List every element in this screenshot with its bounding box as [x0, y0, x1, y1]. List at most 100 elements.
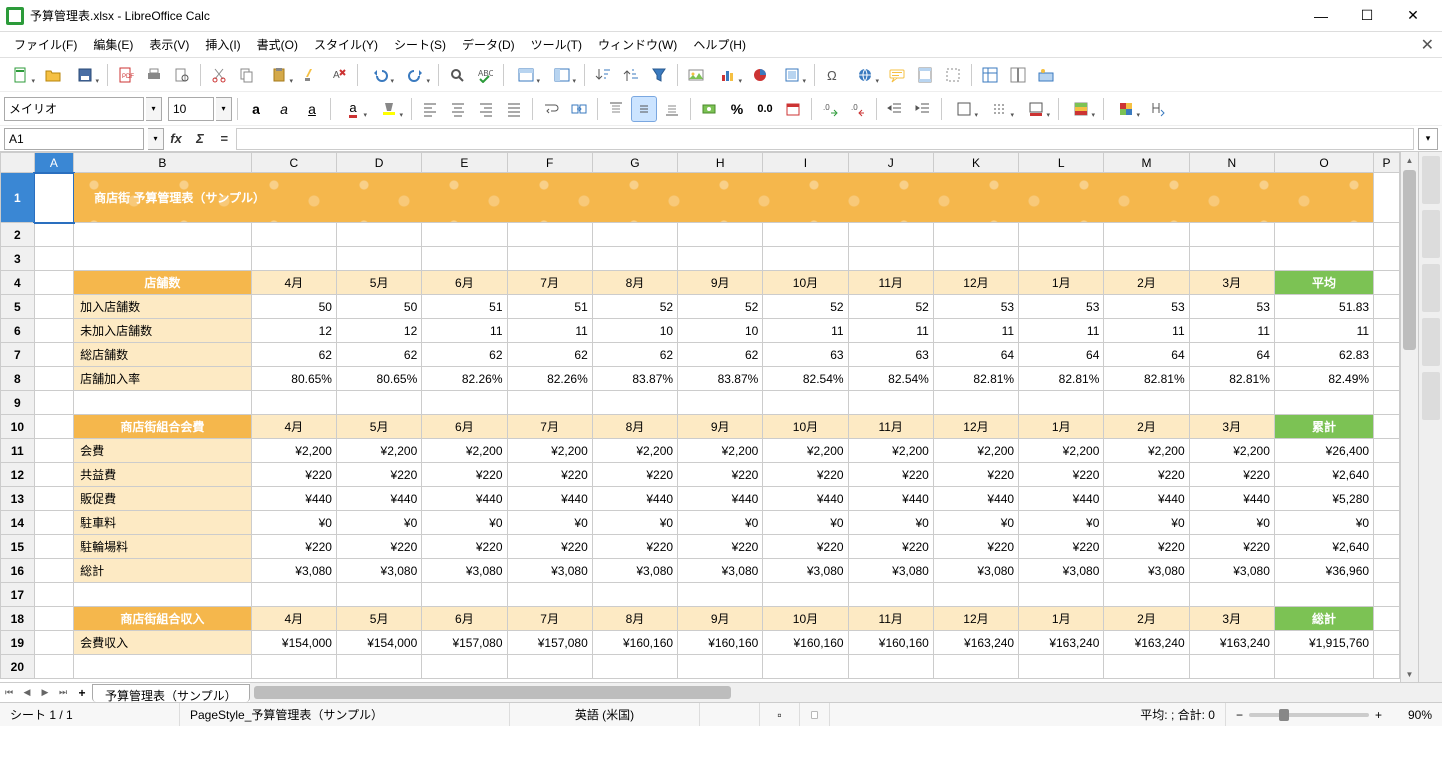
cell-A1[interactable] — [34, 173, 73, 223]
cell-C8[interactable]: 80.65% — [251, 367, 336, 391]
cell-I17[interactable] — [763, 583, 848, 607]
cell-K8[interactable]: 82.81% — [933, 367, 1018, 391]
equals-button[interactable]: = — [212, 128, 236, 150]
cell-A12[interactable] — [34, 463, 73, 487]
cell-E18[interactable]: 6月 — [422, 607, 507, 631]
cell-N7[interactable]: 64 — [1189, 343, 1274, 367]
cell-O11[interactable]: ¥26,400 — [1274, 439, 1373, 463]
cell-G8[interactable]: 83.87% — [592, 367, 677, 391]
cell-G19[interactable]: ¥160,160 — [592, 631, 677, 655]
cell-D2[interactable] — [336, 223, 421, 247]
menu-styles[interactable]: スタイル(Y) — [306, 32, 386, 57]
cell-K9[interactable] — [933, 391, 1018, 415]
cell-P8[interactable] — [1374, 367, 1400, 391]
tab-nav-prev[interactable]: ◀ — [18, 687, 36, 698]
cell-B18[interactable]: 商店街組合収入 — [74, 607, 252, 631]
align-right-button[interactable] — [473, 96, 499, 122]
col-header-E[interactable]: E — [422, 153, 507, 173]
cell-D17[interactable] — [336, 583, 421, 607]
cell-A5[interactable] — [34, 295, 73, 319]
cell-M2[interactable] — [1104, 223, 1189, 247]
sort-desc-button[interactable] — [618, 62, 644, 88]
cell-A7[interactable] — [34, 343, 73, 367]
undo-button[interactable] — [363, 62, 397, 88]
cell-P9[interactable] — [1374, 391, 1400, 415]
col-header-N[interactable]: N — [1189, 153, 1274, 173]
close-document-button[interactable]: ✕ — [1421, 35, 1434, 55]
align-center-button[interactable] — [445, 96, 471, 122]
cell-P6[interactable] — [1374, 319, 1400, 343]
status-summary[interactable]: 平均: ; 合計: 0 — [830, 703, 1226, 726]
cell-F19[interactable]: ¥157,080 — [507, 631, 592, 655]
cell-J5[interactable]: 52 — [848, 295, 933, 319]
cell-B16[interactable]: 総計 — [74, 559, 252, 583]
cell-N17[interactable] — [1189, 583, 1274, 607]
font-color-button[interactable]: a — [336, 96, 370, 122]
col-header-P[interactable]: P — [1374, 153, 1400, 173]
cell-E10[interactable]: 6月 — [422, 415, 507, 439]
highlight-color-button[interactable] — [372, 96, 406, 122]
cell-M18[interactable]: 2月 — [1104, 607, 1189, 631]
cell-O15[interactable]: ¥2,640 — [1274, 535, 1373, 559]
side-panel-properties[interactable] — [1422, 156, 1440, 204]
increase-indent-button[interactable] — [882, 96, 908, 122]
cell-D14[interactable]: ¥0 — [336, 511, 421, 535]
cell-O6[interactable]: 11 — [1274, 319, 1373, 343]
cell-C12[interactable]: ¥220 — [251, 463, 336, 487]
cell-J6[interactable]: 11 — [848, 319, 933, 343]
cell-P13[interactable] — [1374, 487, 1400, 511]
cell-B8[interactable]: 店舗加入率 — [74, 367, 252, 391]
col-header-A[interactable]: A — [34, 153, 73, 173]
font-name-input[interactable] — [4, 97, 144, 121]
cell-K11[interactable]: ¥2,200 — [933, 439, 1018, 463]
cell-I8[interactable]: 82.54% — [763, 367, 848, 391]
cell-P16[interactable] — [1374, 559, 1400, 583]
cell-M7[interactable]: 64 — [1104, 343, 1189, 367]
row-header-19[interactable]: 19 — [1, 631, 35, 655]
cell-D3[interactable] — [336, 247, 421, 271]
menu-insert[interactable]: 挿入(I) — [197, 32, 248, 57]
cell-E12[interactable]: ¥220 — [422, 463, 507, 487]
cell-C6[interactable]: 12 — [251, 319, 336, 343]
cell-F8[interactable]: 82.26% — [507, 367, 592, 391]
cell-E14[interactable]: ¥0 — [422, 511, 507, 535]
cell-L6[interactable]: 11 — [1019, 319, 1104, 343]
cell-B3[interactable] — [74, 247, 252, 271]
cell-K6[interactable]: 11 — [933, 319, 1018, 343]
show-draw-button[interactable] — [1033, 62, 1059, 88]
cell-P14[interactable] — [1374, 511, 1400, 535]
tab-nav-last[interactable]: ⏭ — [54, 687, 72, 698]
cell-B12[interactable]: 共益費 — [74, 463, 252, 487]
cell-I11[interactable]: ¥2,200 — [763, 439, 848, 463]
cell-E13[interactable]: ¥440 — [422, 487, 507, 511]
cell-B13[interactable]: 販促費 — [74, 487, 252, 511]
cell-K15[interactable]: ¥220 — [933, 535, 1018, 559]
cell-P5[interactable] — [1374, 295, 1400, 319]
cell-A17[interactable] — [34, 583, 73, 607]
col-header-I[interactable]: I — [763, 153, 848, 173]
cell-B2[interactable] — [74, 223, 252, 247]
cell-I5[interactable]: 52 — [763, 295, 848, 319]
cell-D8[interactable]: 80.65% — [336, 367, 421, 391]
cell-J9[interactable] — [848, 391, 933, 415]
cell-E20[interactable] — [422, 655, 507, 679]
cell-O3[interactable] — [1274, 247, 1373, 271]
cell-L19[interactable]: ¥163,240 — [1019, 631, 1104, 655]
cell-H5[interactable]: 52 — [678, 295, 763, 319]
cell-L4[interactable]: 1月 — [1019, 271, 1104, 295]
cell-D10[interactable]: 5月 — [336, 415, 421, 439]
cell-K19[interactable]: ¥163,240 — [933, 631, 1018, 655]
cell-A18[interactable] — [34, 607, 73, 631]
comment-button[interactable] — [884, 62, 910, 88]
column-button[interactable] — [545, 62, 579, 88]
cell-C15[interactable]: ¥220 — [251, 535, 336, 559]
cell-B5[interactable]: 加入店舗数 — [74, 295, 252, 319]
cell-P3[interactable] — [1374, 247, 1400, 271]
cell-M16[interactable]: ¥3,080 — [1104, 559, 1189, 583]
cell-A20[interactable] — [34, 655, 73, 679]
cell-C4[interactable]: 4月 — [251, 271, 336, 295]
cell-I4[interactable]: 10月 — [763, 271, 848, 295]
cell-O5[interactable]: 51.83 — [1274, 295, 1373, 319]
cell-B9[interactable] — [74, 391, 252, 415]
col-header-G[interactable]: G — [592, 153, 677, 173]
